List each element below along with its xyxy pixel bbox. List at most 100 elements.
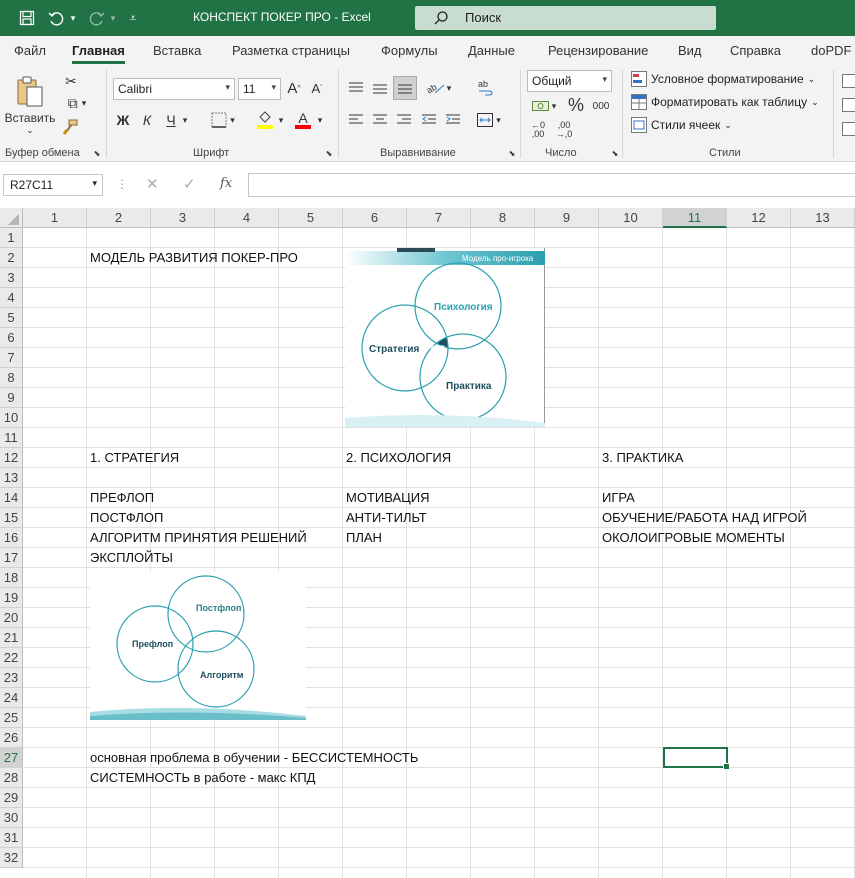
row-header[interactable]: 18 xyxy=(0,568,23,588)
row-header[interactable]: 6 xyxy=(0,328,23,348)
tab-dopdf[interactable]: doPDF xyxy=(811,43,851,58)
format-cells-icon[interactable] xyxy=(842,120,855,138)
redo-icon[interactable] xyxy=(87,8,107,28)
row-header[interactable]: 13 xyxy=(0,468,23,488)
row-header[interactable]: 31 xyxy=(0,828,23,848)
tab-page-layout[interactable]: Разметка страницы xyxy=(232,43,350,58)
tab-formulas[interactable]: Формулы xyxy=(381,43,438,58)
column-header[interactable]: 5 xyxy=(279,208,343,228)
row-header[interactable]: 28 xyxy=(0,768,23,788)
cell-r28c2[interactable]: СИСТЕМНОСТЬ в работе - макс КПД xyxy=(90,768,315,788)
row-header[interactable]: 9 xyxy=(0,388,23,408)
chevron-down-icon[interactable]: ▾ xyxy=(315,112,325,128)
row-header[interactable]: 12 xyxy=(0,448,23,468)
row-header[interactable]: 17 xyxy=(0,548,23,568)
tab-view[interactable]: Вид xyxy=(678,43,702,58)
row-header[interactable]: 23 xyxy=(0,668,23,688)
row-header[interactable]: 27 xyxy=(0,748,23,768)
row-header[interactable]: 32 xyxy=(0,848,23,868)
tab-help[interactable]: Справка xyxy=(730,43,781,58)
row-header[interactable]: 10 xyxy=(0,408,23,428)
font-color-button[interactable]: A xyxy=(293,109,313,131)
pro-player-model-picture[interactable]: Модель про-игрока Стратегия Психология П… xyxy=(345,248,545,427)
align-bottom-icon[interactable] xyxy=(393,76,417,100)
dialog-launcher-icon[interactable]: ⬊ xyxy=(92,148,102,158)
copy-icon[interactable]: ⧉ ▾ xyxy=(60,94,94,112)
cell-r15c10[interactable]: ОБУЧЕНИЕ/РАБОТА НАД ИГРОЙ xyxy=(602,508,807,528)
decrease-font-icon[interactable]: Aˇ xyxy=(308,78,326,98)
insert-cells-icon[interactable] xyxy=(842,72,855,90)
align-top-icon[interactable] xyxy=(346,78,366,98)
cell-r16c10[interactable]: ОКОЛОИГРОВЫЕ МОМЕНТЫ xyxy=(602,528,785,548)
row-header[interactable]: 8 xyxy=(0,368,23,388)
cell-r17c2[interactable]: ЭКСПЛОЙТЫ xyxy=(90,548,173,568)
column-header[interactable]: 9 xyxy=(535,208,599,228)
undo-icon[interactable] xyxy=(46,8,66,28)
tab-review[interactable]: Рецензирование xyxy=(548,43,648,58)
save-icon[interactable] xyxy=(17,8,37,28)
row-header[interactable]: 29 xyxy=(0,788,23,808)
cell-r15c2[interactable]: ПОСТФЛОП xyxy=(90,508,163,528)
cell-r16c2[interactable]: АЛГОРИТМ ПРИНЯТИЯ РЕШЕНИЙ xyxy=(90,528,307,548)
cut-icon[interactable]: ✂ xyxy=(62,72,80,90)
name-box[interactable]: R27C11 ▾ xyxy=(3,174,103,196)
percent-icon[interactable]: % xyxy=(566,94,586,116)
decrease-indent-icon[interactable] xyxy=(419,110,439,130)
strategy-diagram-picture[interactable]: Постфлоп Префлоп Алгоритм xyxy=(90,572,306,720)
row-header[interactable]: 16 xyxy=(0,528,23,548)
cell-r2c2[interactable]: МОДЕЛЬ РАЗВИТИЯ ПОКЕР-ПРО xyxy=(90,248,298,268)
cell-r27c2[interactable]: основная проблема в обучении - БЕССИСТЕМ… xyxy=(90,748,418,768)
merge-center-icon[interactable]: ▾ xyxy=(472,110,506,130)
column-header[interactable]: 2 xyxy=(87,208,151,228)
cell-r14c6[interactable]: МОТИВАЦИЯ xyxy=(346,488,429,508)
row-header[interactable]: 15 xyxy=(0,508,23,528)
row-header[interactable]: 24 xyxy=(0,688,23,708)
row-header[interactable]: 1 xyxy=(0,228,23,248)
increase-decimal-icon[interactable]: ←0,00 xyxy=(528,120,548,140)
row-header[interactable]: 21 xyxy=(0,628,23,648)
column-header[interactable]: 10 xyxy=(599,208,663,228)
column-header[interactable]: 3 xyxy=(151,208,215,228)
fill-color-button[interactable] xyxy=(255,109,275,131)
tab-data[interactable]: Данные xyxy=(468,43,515,58)
font-size-select[interactable]: 11 ▾ xyxy=(238,78,281,100)
number-format-select[interactable]: Общий ▾ xyxy=(527,70,612,92)
column-header[interactable]: 12 xyxy=(727,208,791,228)
align-center-icon[interactable] xyxy=(370,110,390,130)
cancel-icon[interactable]: ✕ xyxy=(146,175,159,193)
conditional-formatting-button[interactable]: Условное форматирование ⌄ xyxy=(631,71,815,87)
increase-indent-icon[interactable] xyxy=(443,110,463,130)
row-header[interactable]: 22 xyxy=(0,648,23,668)
search-box[interactable]: Поиск xyxy=(415,6,716,30)
cell-r16c6[interactable]: ПЛАН xyxy=(346,528,382,548)
paste-button[interactable]: Вставить ⌄ xyxy=(5,70,55,140)
cell-r12c6[interactable]: 2. ПСИХОЛОГИЯ xyxy=(346,448,451,468)
dialog-launcher-icon[interactable]: ⬊ xyxy=(610,148,620,158)
customize-toolbar-icon[interactable]: ⩡ xyxy=(126,8,140,28)
selected-cell-r27c11[interactable] xyxy=(663,747,730,770)
tab-insert[interactable]: Вставка xyxy=(153,43,201,58)
row-header[interactable]: 3 xyxy=(0,268,23,288)
row-header[interactable]: 19 xyxy=(0,588,23,608)
undo-dropdown-icon[interactable]: ▾ xyxy=(68,8,78,28)
cell-r12c10[interactable]: 3. ПРАКТИКА xyxy=(602,448,683,468)
insert-function-icon[interactable]: fx xyxy=(220,176,232,191)
column-header[interactable]: 6 xyxy=(343,208,407,228)
wrap-text-icon[interactable]: ab xyxy=(474,76,496,100)
delete-cells-icon[interactable] xyxy=(842,96,855,114)
increase-font-icon[interactable]: A ^ xyxy=(285,78,303,98)
row-header[interactable]: 14 xyxy=(0,488,23,508)
format-painter-icon[interactable] xyxy=(60,117,80,137)
column-header[interactable]: 8 xyxy=(471,208,535,228)
italic-button[interactable]: К xyxy=(138,110,156,130)
currency-icon[interactable]: ▾ xyxy=(527,96,561,116)
cell-r12c2[interactable]: 1. СТРАТЕГИЯ xyxy=(90,448,179,468)
font-name-select[interactable]: Calibri ▾ xyxy=(113,78,235,100)
row-header[interactable]: 4 xyxy=(0,288,23,308)
cell-styles-button[interactable]: Стили ячеек ⌄ xyxy=(631,117,732,133)
row-header[interactable]: 26 xyxy=(0,728,23,748)
chevron-down-icon[interactable]: ▾ xyxy=(180,112,190,128)
column-header[interactable]: 13 xyxy=(791,208,855,228)
column-header[interactable]: 11 xyxy=(663,208,727,228)
decrease-decimal-icon[interactable]: ,00 →,0 xyxy=(554,120,574,140)
